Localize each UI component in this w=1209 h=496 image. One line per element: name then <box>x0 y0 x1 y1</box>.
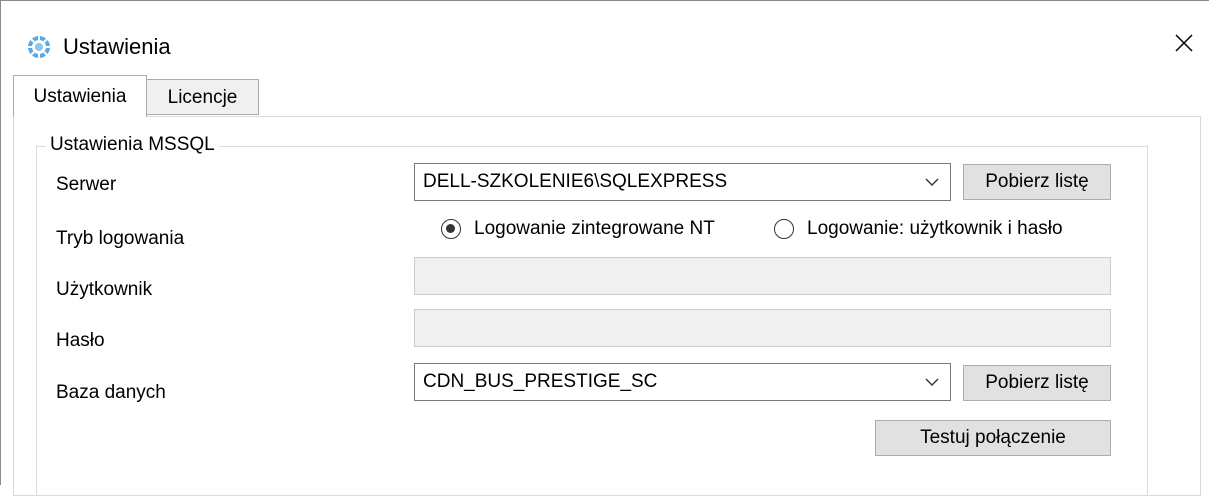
close-button[interactable] <box>1161 25 1207 65</box>
window-title: Ustawienia <box>63 34 171 59</box>
login-mode-label: Tryb logowania <box>56 228 185 249</box>
server-label: Serwer <box>56 174 117 195</box>
settings-window: Ustawienia Ustawienia Licencje Ustawieni… <box>0 0 1209 496</box>
database-label: Baza danych <box>56 382 166 403</box>
database-value: CDN_BUS_PRESTIGE_SC <box>423 371 658 392</box>
user-label: Użytkownik <box>56 279 153 300</box>
chevron-down-icon <box>924 374 940 390</box>
database-combo[interactable]: CDN_BUS_PRESTIGE_SC <box>414 363 951 401</box>
radio-label-integrated: Logowanie zintegrowane NT <box>474 218 715 239</box>
radio-button-unchecked <box>774 219 794 239</box>
server-combo[interactable]: DELL-SZKOLENIE6\SQLEXPRESS <box>414 163 951 201</box>
test-connection-button[interactable]: Testuj połączenie <box>875 420 1111 456</box>
title-bar: Ustawienia <box>1 1 1209 73</box>
close-icon <box>1174 33 1194 58</box>
tab-licencje[interactable]: Licencje <box>146 79 259 115</box>
radio-integrated-nt[interactable]: Logowanie zintegrowane NT <box>441 213 715 245</box>
radio-label-user-password: Logowanie: użytkownik i hasło <box>807 218 1063 239</box>
user-field[interactable] <box>414 257 1111 295</box>
database-fetch-list-button[interactable]: Pobierz listę <box>963 365 1111 401</box>
password-label: Hasło <box>56 330 105 351</box>
tab-ustawienia[interactable]: Ustawienia <box>13 75 147 117</box>
radio-button-checked <box>441 219 461 239</box>
password-field[interactable] <box>414 309 1111 347</box>
server-fetch-list-button[interactable]: Pobierz listę <box>963 164 1111 200</box>
server-value: DELL-SZKOLENIE6\SQLEXPRESS <box>423 171 728 192</box>
chevron-down-icon <box>924 174 940 190</box>
group-legend: Ustawienia MSSQL <box>46 133 219 157</box>
radio-user-password[interactable]: Logowanie: użytkownik i hasło <box>774 213 1063 245</box>
app-settings-icon <box>27 35 51 59</box>
